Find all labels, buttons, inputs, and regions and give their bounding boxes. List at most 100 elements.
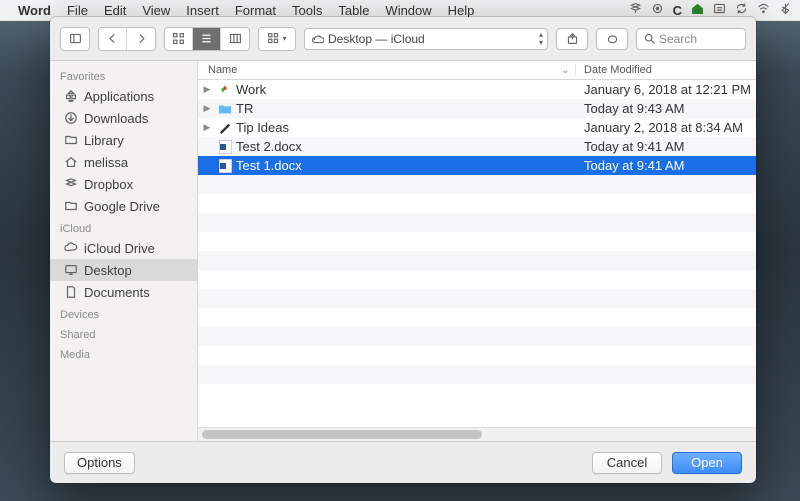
cancel-label: Cancel [607,455,647,470]
sidebar-item-icloud-drive[interactable]: iCloud Drive [50,237,197,259]
sidebar-item-applications[interactable]: Applications [50,85,197,107]
view-mode [164,27,250,51]
sidebar-item-dropbox[interactable]: Dropbox [50,173,197,195]
sidebar-toggle[interactable] [60,27,90,51]
empty-row [198,213,756,232]
doc-icon [62,285,80,299]
sidebar-heading-favorites: Favorites [50,65,197,85]
open-button[interactable]: Open [672,452,742,474]
open-label: Open [691,455,723,470]
menu-window[interactable]: Window [385,3,431,18]
disclosure-triangle[interactable]: ▶ [198,103,216,114]
forward-button[interactable] [127,28,155,50]
cancel-button[interactable]: Cancel [592,452,662,474]
disclosure-triangle[interactable]: ▶ [198,122,216,133]
file-name: TR [234,101,576,116]
chevron-updown-icon: ▴▾ [539,31,543,47]
empty-row [198,346,756,365]
sync-icon[interactable] [735,2,748,18]
sidebar-item-downloads[interactable]: Downloads [50,107,197,129]
menu-tools[interactable]: Tools [292,3,322,18]
column-name-label: Name [208,64,237,76]
tags-button[interactable] [596,28,628,50]
wifi-icon[interactable] [757,2,770,18]
sidebar-item-label: melissa [84,155,128,170]
menu-insert[interactable]: Insert [186,3,219,18]
options-button[interactable]: Options [64,452,135,474]
scroll-thumb[interactable] [202,430,482,439]
column-name[interactable]: Name ⌄ [198,64,576,76]
file-row[interactable]: Test 2.docx Today at 9:41 AM [198,137,756,156]
file-browser: Name ⌄ Date Modified ▶ Work January 6, 2… [198,61,756,441]
sidebar-item-label: Desktop [84,263,132,278]
menu-format[interactable]: Format [235,3,276,18]
empty-row [198,175,756,194]
file-date: Today at 9:41 AM [576,158,756,173]
nav-buttons [98,27,156,51]
sidebar-item-label: Applications [84,89,154,104]
sidebar-item-desktop[interactable]: Desktop [50,259,197,281]
file-row[interactable]: Test 1.docx Today at 9:41 AM [198,156,756,175]
empty-row [198,232,756,251]
search-input[interactable]: Search [636,28,746,50]
empty-row [198,327,756,346]
share-button[interactable] [556,28,588,50]
file-row[interactable]: ▶ TR Today at 9:43 AM [198,99,756,118]
target-icon[interactable] [651,2,664,18]
bluetooth-icon[interactable] [779,2,792,18]
sidebar-item-label: Documents [84,285,150,300]
sidebar-heading-media: Media [50,343,197,363]
recent-icon[interactable] [713,2,726,18]
open-dialog: ▾ Desktop — iCloud ▴▾ Search Favorites A… [50,17,756,483]
sidebar-item-label: Dropbox [84,177,133,192]
sidebar-item-label: Library [84,133,124,148]
search-placeholder: Search [659,32,697,46]
file-name: Test 1.docx [234,158,576,173]
disclosure-triangle[interactable]: ▶ [198,84,216,95]
file-date: January 2, 2018 at 8:34 AM [576,120,756,135]
cloud-icon [62,241,80,255]
home-icon[interactable] [691,2,704,18]
sidebar-item-documents[interactable]: Documents [50,281,197,303]
icon-view[interactable] [165,28,193,50]
path-control[interactable]: Desktop — iCloud ▴▾ [304,28,548,50]
group-by[interactable]: ▾ [258,27,296,51]
folder-icon [62,199,80,213]
empty-row [198,308,756,327]
menu-table[interactable]: Table [338,3,369,18]
column-header: Name ⌄ Date Modified [198,61,756,80]
letter-c-icon[interactable]: C [673,3,682,18]
file-list[interactable]: ▶ Work January 6, 2018 at 12:21 PM ▶ TR … [198,80,756,427]
sidebar-item-label: Downloads [84,111,148,126]
folder-icon [62,133,80,147]
file-row[interactable]: ▶ Work January 6, 2018 at 12:21 PM [198,80,756,99]
column-view[interactable] [221,28,249,50]
dialog-body: Favorites Applications Downloads Library… [50,61,756,441]
dropbox-icon[interactable] [629,2,642,18]
sidebar-item-label: Google Drive [84,199,160,214]
pen-folder-icon [216,122,234,134]
horizontal-scrollbar[interactable] [198,427,756,441]
sidebar-item-google-drive[interactable]: Google Drive [50,195,197,217]
word-doc-icon [216,159,234,173]
file-date: Today at 9:41 AM [576,139,756,154]
column-date[interactable]: Date Modified [576,64,756,76]
sidebar-item-library[interactable]: Library [50,129,197,151]
sidebar-toggle-btn[interactable] [61,28,89,50]
file-row[interactable]: ▶ Tip Ideas January 2, 2018 at 8:34 AM [198,118,756,137]
menu-app[interactable]: Word [18,3,51,18]
sidebar-item-home[interactable]: melissa [50,151,197,173]
empty-row [198,365,756,384]
list-view[interactable] [193,28,221,50]
file-date: Today at 9:43 AM [576,101,756,116]
file-name: Test 2.docx [234,139,576,154]
back-button[interactable] [99,28,127,50]
column-date-label: Date Modified [584,64,652,76]
menu-help[interactable]: Help [448,3,475,18]
menu-edit[interactable]: Edit [104,3,126,18]
group-by-button[interactable]: ▾ [259,28,295,50]
menu-file[interactable]: File [67,3,88,18]
folder-icon [216,103,234,115]
word-doc-icon [216,140,234,154]
menu-view[interactable]: View [142,3,170,18]
